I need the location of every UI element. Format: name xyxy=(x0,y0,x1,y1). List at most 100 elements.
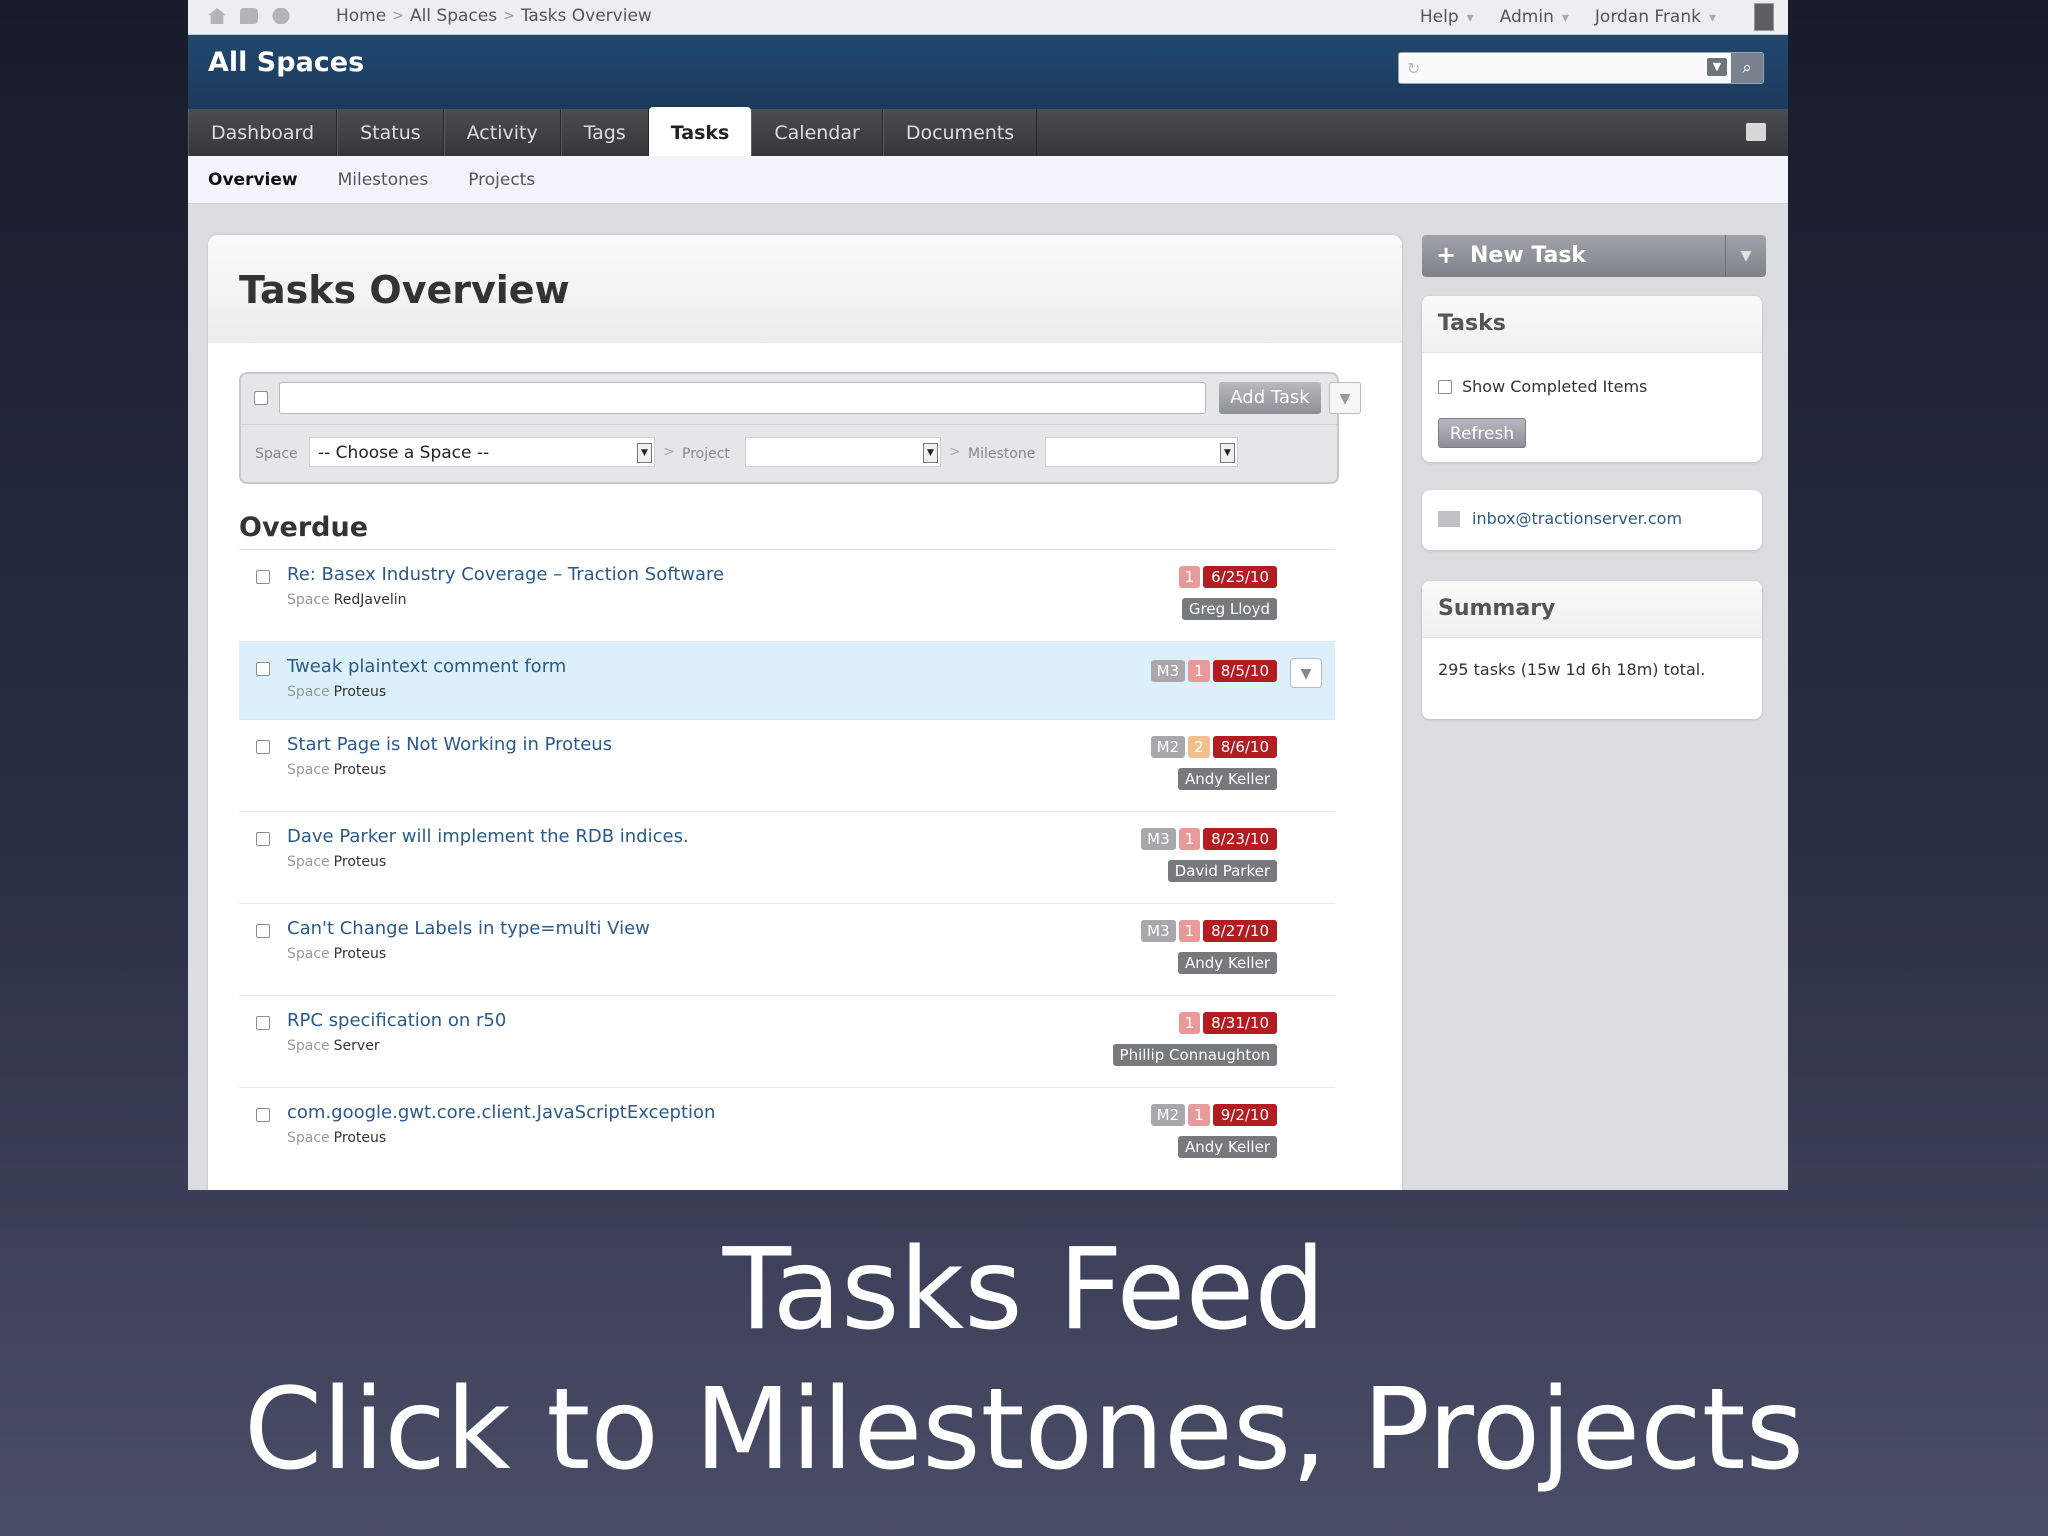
dropdown-arrow-icon: ▼ xyxy=(1220,443,1235,463)
task-title-link[interactable]: com.google.gwt.core.client.JavaScriptExc… xyxy=(287,1102,715,1123)
due-date-badge[interactable]: 8/5/10 xyxy=(1212,660,1277,682)
task-title-link[interactable]: Start Page is Not Working in Proteus xyxy=(287,734,612,755)
assignee-badge[interactable]: David Parker xyxy=(1167,860,1277,882)
task-options-button[interactable]: ▼ xyxy=(1290,658,1322,688)
task-space-label: Space xyxy=(287,1038,330,1054)
new-task-menu-button[interactable]: ▼ xyxy=(1725,235,1766,277)
task-space-name[interactable]: Proteus xyxy=(334,1130,386,1146)
search-scope-dropdown[interactable]: ▼ xyxy=(1707,58,1727,76)
due-date-badge[interactable]: 8/6/10 xyxy=(1212,736,1277,758)
admin-menu[interactable]: Admin xyxy=(1500,7,1569,27)
tab-dashboard[interactable]: Dashboard xyxy=(188,109,338,156)
space-title[interactable]: All Spaces xyxy=(208,47,364,78)
task-complete-checkbox[interactable] xyxy=(256,924,270,938)
task-row[interactable]: Re: Basex Industry Coverage – Traction S… xyxy=(239,549,1335,641)
milestone-badge[interactable]: M2 xyxy=(1150,1104,1186,1126)
subtab-projects[interactable]: Projects xyxy=(448,156,555,203)
home-icon[interactable] xyxy=(208,8,226,24)
task-title-link[interactable]: Can't Change Labels in type=multi View xyxy=(287,918,650,939)
tab-tags[interactable]: Tags xyxy=(560,109,649,156)
task-row[interactable]: Dave Parker will implement the RDB indic… xyxy=(239,811,1335,903)
add-task-button[interactable]: Add Task xyxy=(1219,382,1321,414)
task-row[interactable]: com.google.gwt.core.client.JavaScriptExc… xyxy=(239,1087,1335,1179)
subtab-milestones[interactable]: Milestones xyxy=(318,156,449,203)
task-complete-checkbox[interactable] xyxy=(256,662,270,676)
task-space-name[interactable]: Proteus xyxy=(334,684,386,700)
project-select[interactable]: ▼ xyxy=(745,437,941,467)
task-complete-checkbox[interactable] xyxy=(256,832,270,846)
chat-icon[interactable] xyxy=(240,8,258,24)
due-date-badge[interactable]: 9/2/10 xyxy=(1212,1104,1277,1126)
assignee-badge[interactable]: Andy Keller xyxy=(1178,1136,1277,1158)
task-title-link[interactable]: Tweak plaintext comment form xyxy=(287,656,566,677)
breadcrumb-separator-icon: > xyxy=(392,8,404,24)
section-heading-overdue: Overdue xyxy=(239,512,369,543)
search-button[interactable]: ⌕ xyxy=(1731,53,1763,83)
new-task-input[interactable] xyxy=(279,382,1206,414)
due-date-badge[interactable]: 8/27/10 xyxy=(1203,920,1277,942)
subtab-overview[interactable]: Overview xyxy=(188,156,318,203)
tab-tasks[interactable]: Tasks xyxy=(648,107,752,156)
task-title-link[interactable]: Re: Basex Industry Coverage – Traction S… xyxy=(287,564,724,585)
assignee-badge[interactable]: Phillip Connaughton xyxy=(1112,1044,1277,1066)
show-completed-toggle[interactable]: Show Completed Items xyxy=(1438,377,1647,396)
task-space-name[interactable]: Proteus xyxy=(334,946,386,962)
priority-badge[interactable]: 1 xyxy=(1188,660,1210,682)
milestone-badge[interactable]: M3 xyxy=(1141,920,1176,942)
add-task-checkbox[interactable] xyxy=(254,391,268,405)
refresh-button[interactable]: Refresh xyxy=(1438,418,1526,448)
milestone-select[interactable]: ▼ xyxy=(1045,437,1238,467)
priority-badge[interactable]: 1 xyxy=(1178,566,1201,588)
priority-badge[interactable]: 1 xyxy=(1178,920,1201,942)
breadcrumb-home[interactable]: Home xyxy=(336,6,386,26)
due-date-badge[interactable]: 6/25/10 xyxy=(1203,566,1277,588)
tab-calendar[interactable]: Calendar xyxy=(751,109,883,156)
show-completed-checkbox[interactable] xyxy=(1438,379,1452,394)
due-date-badge[interactable]: 8/31/10 xyxy=(1203,1012,1277,1034)
task-title-link[interactable]: RPC specification on r50 xyxy=(287,1010,506,1031)
new-task-button[interactable]: + New Task ▼ xyxy=(1422,235,1766,277)
priority-badge[interactable]: 1 xyxy=(1188,1104,1210,1126)
priority-badge[interactable]: 1 xyxy=(1178,1012,1201,1034)
milestone-badge[interactable]: M3 xyxy=(1150,660,1186,682)
task-row[interactable]: Can't Change Labels in type=multi View Sp… xyxy=(239,903,1335,995)
breadcrumb-all-spaces[interactable]: All Spaces xyxy=(410,6,497,26)
assignee-badge[interactable]: Andy Keller xyxy=(1178,768,1277,790)
space-select[interactable]: -- Choose a Space -- ▼ xyxy=(309,437,655,467)
tab-activity[interactable]: Activity xyxy=(443,109,561,156)
milestone-badge[interactable]: M3 xyxy=(1141,828,1176,850)
dropdown-arrow-icon: ▼ xyxy=(923,443,938,463)
user-name-menu[interactable]: Jordan Frank xyxy=(1595,7,1716,27)
assignee-badge[interactable]: Greg Lloyd xyxy=(1181,598,1277,620)
priority-badge[interactable]: 2 xyxy=(1188,736,1210,758)
task-space-name[interactable]: Proteus xyxy=(334,762,386,778)
dropdown-arrow-icon: ▼ xyxy=(637,443,652,463)
assignee-badge[interactable]: Andy Keller xyxy=(1178,952,1277,974)
task-row[interactable]: Start Page is Not Working in Proteus Spac… xyxy=(239,719,1335,811)
avatar[interactable] xyxy=(1754,3,1774,31)
print-icon[interactable] xyxy=(1746,123,1766,141)
due-date-badge[interactable]: 8/23/10 xyxy=(1203,828,1277,850)
search-input[interactable]: ↻ ▼ ⌕ xyxy=(1398,52,1764,84)
help-menu[interactable]: Help xyxy=(1420,7,1474,27)
task-complete-checkbox[interactable] xyxy=(256,570,270,584)
tab-status[interactable]: Status xyxy=(337,109,444,156)
task-row[interactable]: RPC specification on r50 Space Server 1 8/31… xyxy=(239,995,1335,1087)
milestone-badge[interactable]: M2 xyxy=(1150,736,1186,758)
task-row[interactable]: Tweak plaintext comment form Space Proteus… xyxy=(239,641,1335,719)
task-complete-checkbox[interactable] xyxy=(256,1016,270,1030)
task-space-name[interactable]: RedJavelin xyxy=(334,592,407,608)
priority-badge[interactable]: 1 xyxy=(1178,828,1201,850)
inbox-email-link[interactable]: inbox@tractionserver.com xyxy=(1472,509,1682,528)
space-select-value: -- Choose a Space -- xyxy=(318,443,490,463)
task-space-label: Space xyxy=(287,854,330,870)
separator-icon: > xyxy=(663,444,675,460)
task-complete-checkbox[interactable] xyxy=(256,1108,270,1122)
people-icon[interactable] xyxy=(272,8,290,24)
task-space-name[interactable]: Proteus xyxy=(334,854,386,870)
task-complete-checkbox[interactable] xyxy=(256,740,270,754)
tab-documents[interactable]: Documents xyxy=(882,109,1038,156)
add-task-options-button[interactable]: ▼ xyxy=(1329,382,1361,414)
task-title-link[interactable]: Dave Parker will implement the RDB indic… xyxy=(287,826,689,847)
task-space-name[interactable]: Server xyxy=(334,1038,380,1054)
